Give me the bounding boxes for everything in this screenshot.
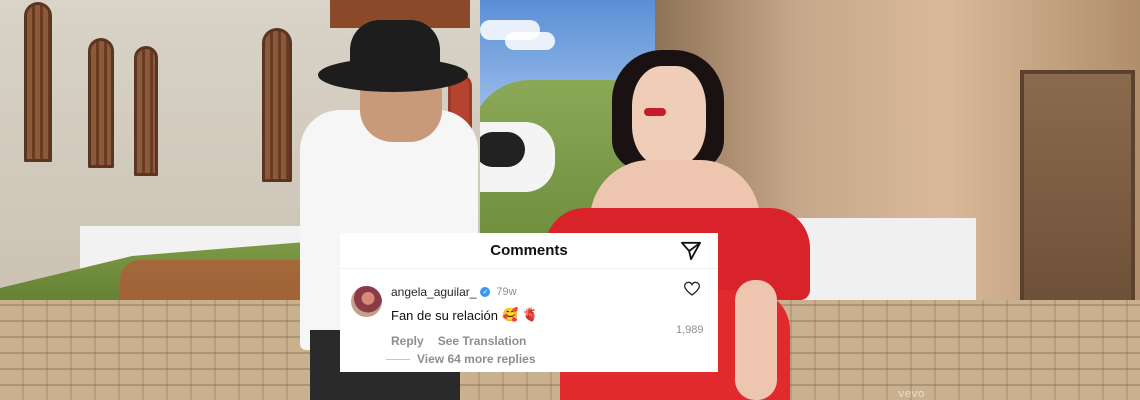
comment-body: Fan de su relación xyxy=(391,307,498,323)
verified-badge-icon: ✓ xyxy=(480,287,491,297)
comments-card: Comments angela_aguilar_ ✓ 79w Fan de su… xyxy=(340,233,718,372)
woman-lips xyxy=(644,108,666,116)
cloud xyxy=(505,32,555,50)
woman-arm xyxy=(735,280,777,400)
anatomical-heart-emoji: 🫀 xyxy=(522,307,539,322)
window xyxy=(24,2,52,162)
comment-age: 79w xyxy=(496,286,517,298)
window xyxy=(262,28,292,182)
door xyxy=(1020,70,1135,310)
woman-face xyxy=(632,66,706,166)
like-count: 1,989 xyxy=(676,324,704,336)
avatar[interactable] xyxy=(351,286,382,317)
comment-text: Fan de su relación 🥰 🫀 xyxy=(391,307,538,323)
heart-icon[interactable] xyxy=(684,281,700,297)
video-frame: vevo Comments angela_aguilar_ ✓ 79w Fan … xyxy=(0,0,1140,400)
see-translation-button[interactable]: See Translation xyxy=(438,334,527,348)
send-icon[interactable] xyxy=(680,241,702,261)
view-more-replies-button[interactable]: View 64 more replies xyxy=(417,352,536,366)
comments-title: Comments xyxy=(490,242,568,259)
comments-header: Comments xyxy=(340,233,718,269)
reply-button[interactable]: Reply xyxy=(391,334,424,348)
comment-header: angela_aguilar_ ✓ 79w xyxy=(391,285,517,299)
divider-line xyxy=(386,359,410,360)
comment-item: angela_aguilar_ ✓ 79w Fan de su relación… xyxy=(340,269,718,373)
comment-actions: Reply See Translation xyxy=(391,334,526,348)
smiling-hearts-emoji: 🥰 xyxy=(501,307,519,322)
window xyxy=(134,46,158,176)
cowboy-hat-brim xyxy=(318,58,468,92)
window xyxy=(88,38,114,168)
username[interactable]: angela_aguilar_ xyxy=(391,285,476,299)
vevo-watermark: vevo xyxy=(898,387,925,400)
